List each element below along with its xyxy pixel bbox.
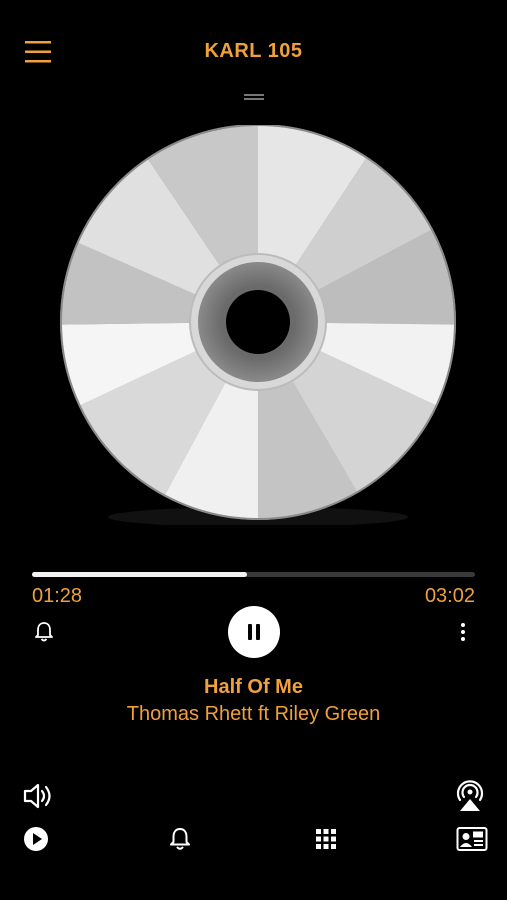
track-artist: Thomas Rhett ft Riley Green [126,703,381,725]
album-artwork [58,124,458,527]
alert-button[interactable] [34,621,54,643]
tab-player[interactable] [20,824,52,854]
airplay-icon [456,780,484,811]
progress-bar[interactable] [32,572,475,577]
drag-handle-icon [244,94,264,100]
compact-disc-icon [60,124,456,527]
vertical-dots-icon [461,623,465,641]
more-options-button[interactable] [455,621,471,643]
total-duration: 03:02 [424,585,475,607]
pause-button[interactable] [228,606,280,658]
alarm-bell-icon [170,828,190,850]
contact-card-icon [456,827,488,851]
tab-grid[interactable] [310,824,342,854]
progress-fill [32,572,247,577]
airplay-button[interactable] [453,778,487,814]
tab-contact[interactable] [456,824,488,854]
speaker-volume-icon [23,783,51,809]
grid-icon [316,829,336,849]
volume-button[interactable] [22,780,56,812]
drag-handle[interactable] [243,89,265,100]
bell-icon [35,622,53,642]
station-title: KARL 105 [204,40,303,62]
elapsed-time: 01:28 [32,585,83,607]
track-title: Half Of Me [204,676,303,698]
pause-icon [248,624,260,640]
play-icon [24,827,48,851]
tab-alarm[interactable] [164,824,196,854]
